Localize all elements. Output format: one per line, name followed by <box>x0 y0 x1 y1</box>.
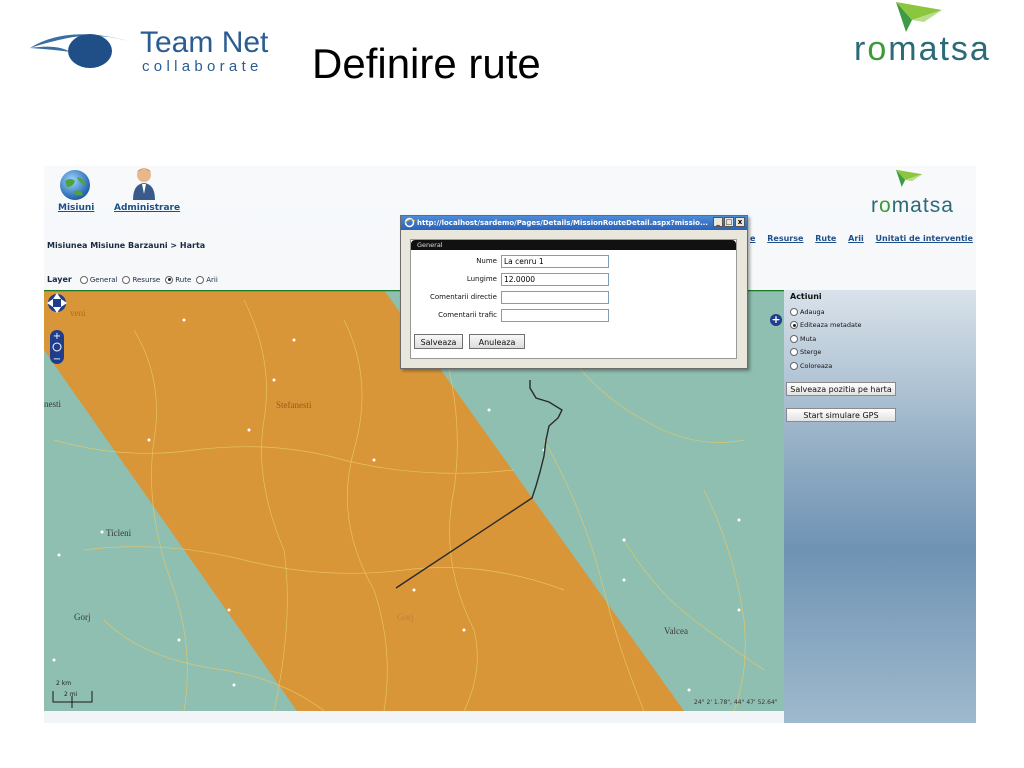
map-label-nesti: nesti <box>44 399 61 409</box>
save-button[interactable]: Salveaza <box>414 334 463 349</box>
add-icon[interactable]: + <box>770 314 782 326</box>
map-label-veni: veni <box>70 308 86 318</box>
save-map-position-button[interactable]: Salveaza pozitia pe harta <box>786 382 896 396</box>
dialog-url: http://localhost/sardemo/Pages/Details/M… <box>417 219 708 227</box>
lungime-input[interactable]: 12.0000 <box>501 272 609 286</box>
radio-icon[interactable] <box>122 275 131 284</box>
minimize-icon[interactable]: _ <box>713 217 723 227</box>
layer-option-rute[interactable]: Rute <box>165 275 191 284</box>
field-label: Comentarii directie <box>429 293 497 301</box>
field-label: Nume <box>476 257 497 265</box>
radio-icon[interactable] <box>79 275 88 284</box>
eye-icon <box>30 34 132 68</box>
radio-icon[interactable] <box>790 307 798 316</box>
menu-item-arii[interactable]: Arii <box>848 234 864 243</box>
arrow-mark-icon <box>896 169 923 187</box>
nav-administration[interactable]: Administrare <box>114 203 180 213</box>
nume-input[interactable]: La cenru 1 <box>501 254 609 268</box>
app-screenshot: Misiuni Administrare romatsa e Resurse R… <box>44 166 976 723</box>
action-option-coloreaza[interactable]: Coloreaza <box>790 359 862 373</box>
nav-missions[interactable]: Misiuni <box>58 203 94 213</box>
field-comentarii-trafic: Comentarii trafic <box>411 308 609 322</box>
radio-icon[interactable] <box>790 361 798 370</box>
romatsa-word: romatsa <box>854 30 991 68</box>
person-icon[interactable] <box>130 166 158 200</box>
layer-selector: Layer General Resurse Rute Arii <box>47 275 218 284</box>
layer-option-arii[interactable]: Arii <box>196 275 218 284</box>
map-label-gorj-center: Gorj <box>397 612 414 622</box>
field-label: Lungime <box>466 275 497 283</box>
start-gps-simulation-button[interactable]: Start simulare GPS <box>786 408 896 422</box>
field-nume: Nume La cenru 1 <box>411 254 609 268</box>
menu-item-cut[interactable]: e <box>750 234 755 243</box>
romatsa-app-word: romatsa <box>871 194 954 217</box>
layer-option-general[interactable]: General <box>79 275 117 284</box>
menu-item-rute[interactable]: Rute <box>815 234 836 243</box>
slide-title: Definire rute <box>312 40 541 87</box>
romatsa-logo: romatsa <box>850 0 1020 70</box>
teamnet-name: Team Net <box>140 26 269 59</box>
pan-zoom-control[interactable]: + − <box>44 290 70 370</box>
menu-item-unitati[interactable]: Unitati de interventie <box>876 234 973 243</box>
radio-icon[interactable] <box>790 348 798 357</box>
menu-item-resurse[interactable]: Resurse <box>767 234 803 243</box>
comentarii-directie-input[interactable] <box>501 290 609 304</box>
layer-option-resurse[interactable]: Resurse <box>122 275 160 284</box>
action-option-editeaza[interactable]: Editeaza metadate <box>790 319 862 333</box>
comentarii-trafic-input[interactable] <box>501 308 609 322</box>
panel-title: General <box>411 240 736 250</box>
radio-icon[interactable] <box>196 275 205 284</box>
map-label-gorj-left: Gorj <box>74 612 91 622</box>
romatsa-app-logo: romatsa <box>868 166 974 222</box>
action-option-sterge[interactable]: Sterge <box>790 346 862 360</box>
field-lungime: Lungime 12.0000 <box>411 272 609 286</box>
dialog-titlebar[interactable]: http://localhost/sardemo/Pages/Details/M… <box>401 216 747 230</box>
globe-icon[interactable] <box>59 169 91 201</box>
layer-label: Layer <box>47 275 72 284</box>
action-option-adauga[interactable]: Adauga <box>790 305 862 319</box>
svg-text:+: + <box>53 331 61 342</box>
main-menu: e Resurse Rute Arii Unitati de intervent… <box>750 234 976 243</box>
field-comentarii-directie: Comentarii directie <box>411 290 609 304</box>
radio-icon[interactable] <box>790 334 798 343</box>
map-label-ticleni: Ticleni <box>106 528 132 538</box>
scale-mi: 2 mi <box>64 691 78 698</box>
map-label-valcea: Valcea <box>664 626 688 636</box>
window-controls: _ □ x <box>713 217 745 227</box>
cancel-button[interactable]: Anuleaza <box>469 334 525 349</box>
map-label-stefanesti: Stefanesti <box>276 400 312 410</box>
action-option-muta[interactable]: Muta <box>790 332 862 346</box>
actions-title: Actiuni <box>790 292 822 301</box>
actions-panel: Actiuni Adauga Editeaza metadate Muta St… <box>790 292 862 373</box>
close-icon[interactable]: x <box>735 217 745 227</box>
radio-selected-icon[interactable] <box>790 321 798 330</box>
svg-text:−: − <box>53 354 61 365</box>
breadcrumb: Misiunea Misiune Barzauni > Harta <box>47 241 206 250</box>
teamnet-tagline: collaborate <box>142 58 263 75</box>
route-detail-dialog: http://localhost/sardemo/Pages/Details/M… <box>400 215 748 369</box>
browser-icon <box>404 217 415 228</box>
scale-km: 2 km <box>56 680 72 687</box>
radio-selected-icon[interactable] <box>165 275 174 284</box>
general-panel: General Nume La cenru 1 Lungime 12.0000 … <box>410 239 737 359</box>
maximize-icon[interactable]: □ <box>724 217 734 227</box>
coordinate-readout: 24° 2' 1.78", 44° 47' 52.64" <box>694 699 778 706</box>
field-label: Comentarii trafic <box>438 311 497 319</box>
scale-bar: 2 km 2 mi <box>52 680 94 703</box>
